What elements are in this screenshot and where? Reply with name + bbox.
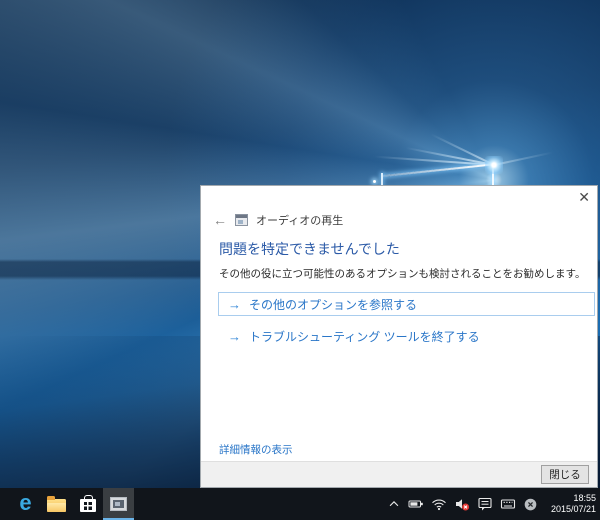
option-label: その他のオプションを参照する: [249, 297, 418, 312]
taskbar-store-button[interactable]: [72, 488, 103, 520]
light-ray: [405, 146, 495, 166]
folder-icon: [47, 495, 66, 512]
store-bag-icon: [79, 495, 96, 512]
taskbar-file-explorer-button[interactable]: [41, 488, 72, 520]
back-arrow-icon[interactable]: ←: [213, 213, 227, 227]
windows-logo-divider: [381, 173, 383, 185]
troubleshooter-icon: [110, 497, 127, 511]
taskbar-clock[interactable]: 18:55 2015/07/21: [551, 488, 596, 520]
option-explore-additional[interactable]: → その他のオプションを参照する: [218, 292, 595, 316]
windows-logo-top-edge: [382, 163, 493, 177]
feedback-icon[interactable]: [477, 496, 493, 512]
dialog-header: ← オーディオの再生: [213, 212, 343, 228]
dismiss-circle-icon[interactable]: [523, 497, 538, 512]
wifi-icon[interactable]: [431, 496, 447, 512]
taskbar: e 18:55 2015/07/21: [0, 488, 600, 520]
battery-icon[interactable]: [408, 496, 424, 512]
touch-keyboard-icon[interactable]: [500, 496, 516, 512]
arrow-icon: →: [228, 328, 241, 344]
arrow-icon: →: [228, 296, 241, 312]
taskbar-apps: e: [10, 488, 134, 520]
close-button[interactable]: 閉じる: [541, 465, 589, 484]
windows-logo-corner-glow: [485, 156, 503, 174]
result-heading: 問題を特定できませんでした: [219, 241, 400, 257]
volume-muted-icon[interactable]: [454, 496, 470, 512]
system-tray: [387, 488, 538, 520]
windows-flag-icon: [83, 501, 92, 510]
troubleshooter-window-icon: [235, 214, 248, 226]
troubleshooter-dialog: ✕ ← オーディオの再生 問題を特定できませんでした その他の役に立つ可能性のあ…: [200, 185, 598, 488]
result-description: その他の役に立つ可能性のあるオプションも検討されることをお勧めします。: [219, 268, 586, 280]
view-details-link[interactable]: 詳細情報の表示: [219, 442, 293, 457]
windows-logo-glow-dot: [373, 180, 376, 183]
close-icon[interactable]: ✕: [578, 190, 590, 204]
clock-time: 18:55: [573, 493, 596, 503]
taskbar-troubleshooter-button-active[interactable]: [103, 488, 134, 520]
dialog-title: オーディオの再生: [256, 215, 344, 227]
taskbar-edge-button[interactable]: e: [10, 488, 41, 520]
option-close-troubleshooter[interactable]: → トラブルシューティング ツールを終了する: [218, 324, 595, 348]
dialog-footer: 閉じる: [201, 461, 597, 487]
edge-icon: e: [19, 490, 32, 515]
option-label: トラブルシューティング ツールを終了する: [249, 329, 480, 344]
show-hidden-icons-chevron[interactable]: [387, 497, 401, 511]
clock-date: 2015/07/21: [550, 504, 596, 514]
screen: ✕ ← オーディオの再生 問題を特定できませんでした その他の役に立つ可能性のあ…: [0, 0, 600, 520]
